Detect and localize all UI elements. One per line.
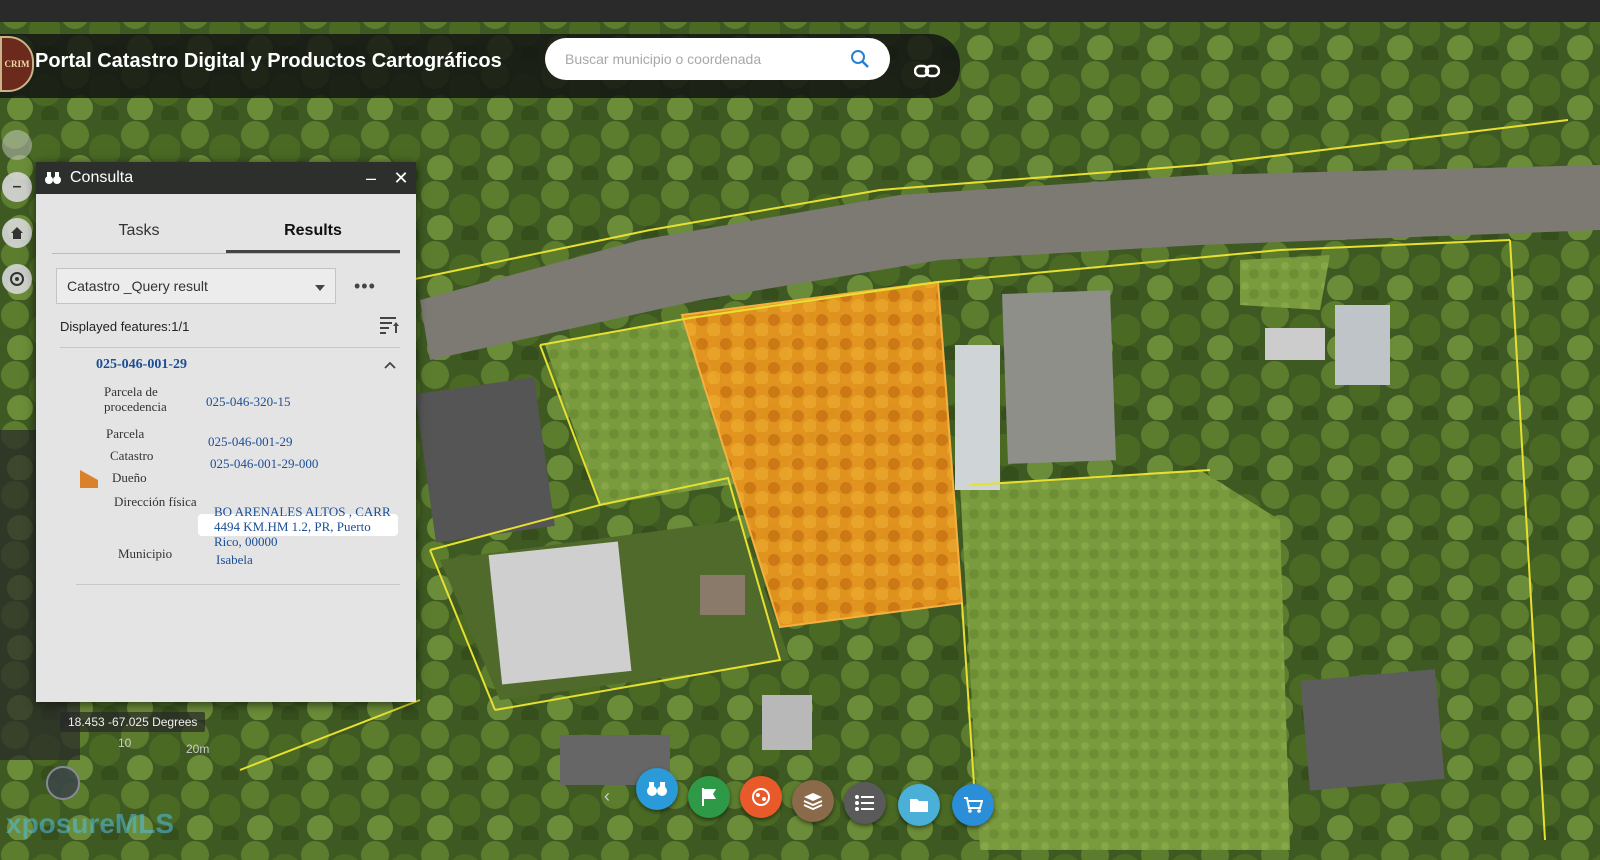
attr-key: Parcela de procedencia [104,384,167,414]
layers-icon[interactable] [792,780,834,822]
scale-label: 20m [186,742,210,756]
minimize-button[interactable]: – [356,168,386,189]
home-icon [11,227,23,239]
panel-tabs: Tasks Results [52,214,400,254]
attr-value: 025-046-320-15 [206,394,291,409]
cart-icon[interactable] [952,784,994,826]
layer-row: Catastro _Query result ••• [56,268,400,304]
attr-key: Municipio [118,546,173,561]
binoculars-icon [44,171,64,185]
attr-key: Parcela [106,426,145,441]
feature-attributes: Parcela de procedencia 025-046-320-15 Pa… [36,380,416,570]
search-input[interactable] [563,50,848,68]
locate-button[interactable] [2,264,32,294]
feature-header[interactable]: 025-046-001-29 [96,356,396,374]
link-icon[interactable] [912,56,942,86]
sort-icon[interactable] [380,316,400,337]
zoom-in-button[interactable] [2,130,32,160]
coordinate-readout: 18.453 -67.025 Degrees [60,712,206,732]
app-title: Portal Catastro Digital y Productos Cart… [35,50,502,72]
attr-value: 025-046-001-29 [208,434,293,449]
search-icon[interactable] [848,47,872,71]
divider [76,584,400,585]
feature-id: 025-046-001-29 [96,357,187,372]
chevron-down-icon [315,278,325,294]
query-panel: Consulta – ✕ Tasks Results Catastro _Que… [36,162,416,702]
close-button[interactable]: ✕ [386,168,416,189]
tab-tasks[interactable]: Tasks [52,214,226,253]
attr-key: Dueño [112,470,147,485]
bottom-toolbar: ‹ [600,768,1040,828]
attr-value: BO ARENALES ALTOS , CARR 4494 KM.HM 1.2,… [214,504,391,549]
folder-icon[interactable] [898,784,940,826]
zoom-out-button[interactable]: – [2,172,32,202]
layer-select-value: Catastro _Query result [67,278,208,294]
attr-value: 025-046-001-29-000 [210,456,319,471]
chevron-up-icon[interactable] [384,356,396,374]
logo-text: CRIM [4,59,30,69]
home-button[interactable] [2,218,32,248]
feature-swatch [80,470,98,488]
attr-key: Catastro [110,448,154,463]
watermark: xposureMLS [6,808,175,839]
legend-icon[interactable] [844,782,886,824]
attr-value: Isabela [216,552,253,567]
layer-select[interactable]: Catastro _Query result [56,268,336,304]
panel-title: Consulta [70,169,134,186]
attr-key: Dirección física [114,494,197,509]
displayed-features: Displayed features:1/1 [60,319,190,334]
search-bar [545,38,890,80]
toolbar-prev-button[interactable]: ‹ [604,786,610,807]
globe-icon[interactable] [46,766,80,800]
flag-icon[interactable] [688,776,730,818]
zoom-out-label: – [12,178,22,195]
tab-results[interactable]: Results [226,214,400,253]
divider [60,347,400,348]
analysis-icon[interactable] [740,776,782,818]
query-icon[interactable] [636,768,678,810]
locate-icon [10,272,24,286]
scale-label: 10 [118,736,132,750]
feature-count-row: Displayed features:1/1 [60,316,400,337]
more-options-button[interactable]: ••• [354,276,376,297]
panel-header: Consulta – ✕ [36,162,416,194]
